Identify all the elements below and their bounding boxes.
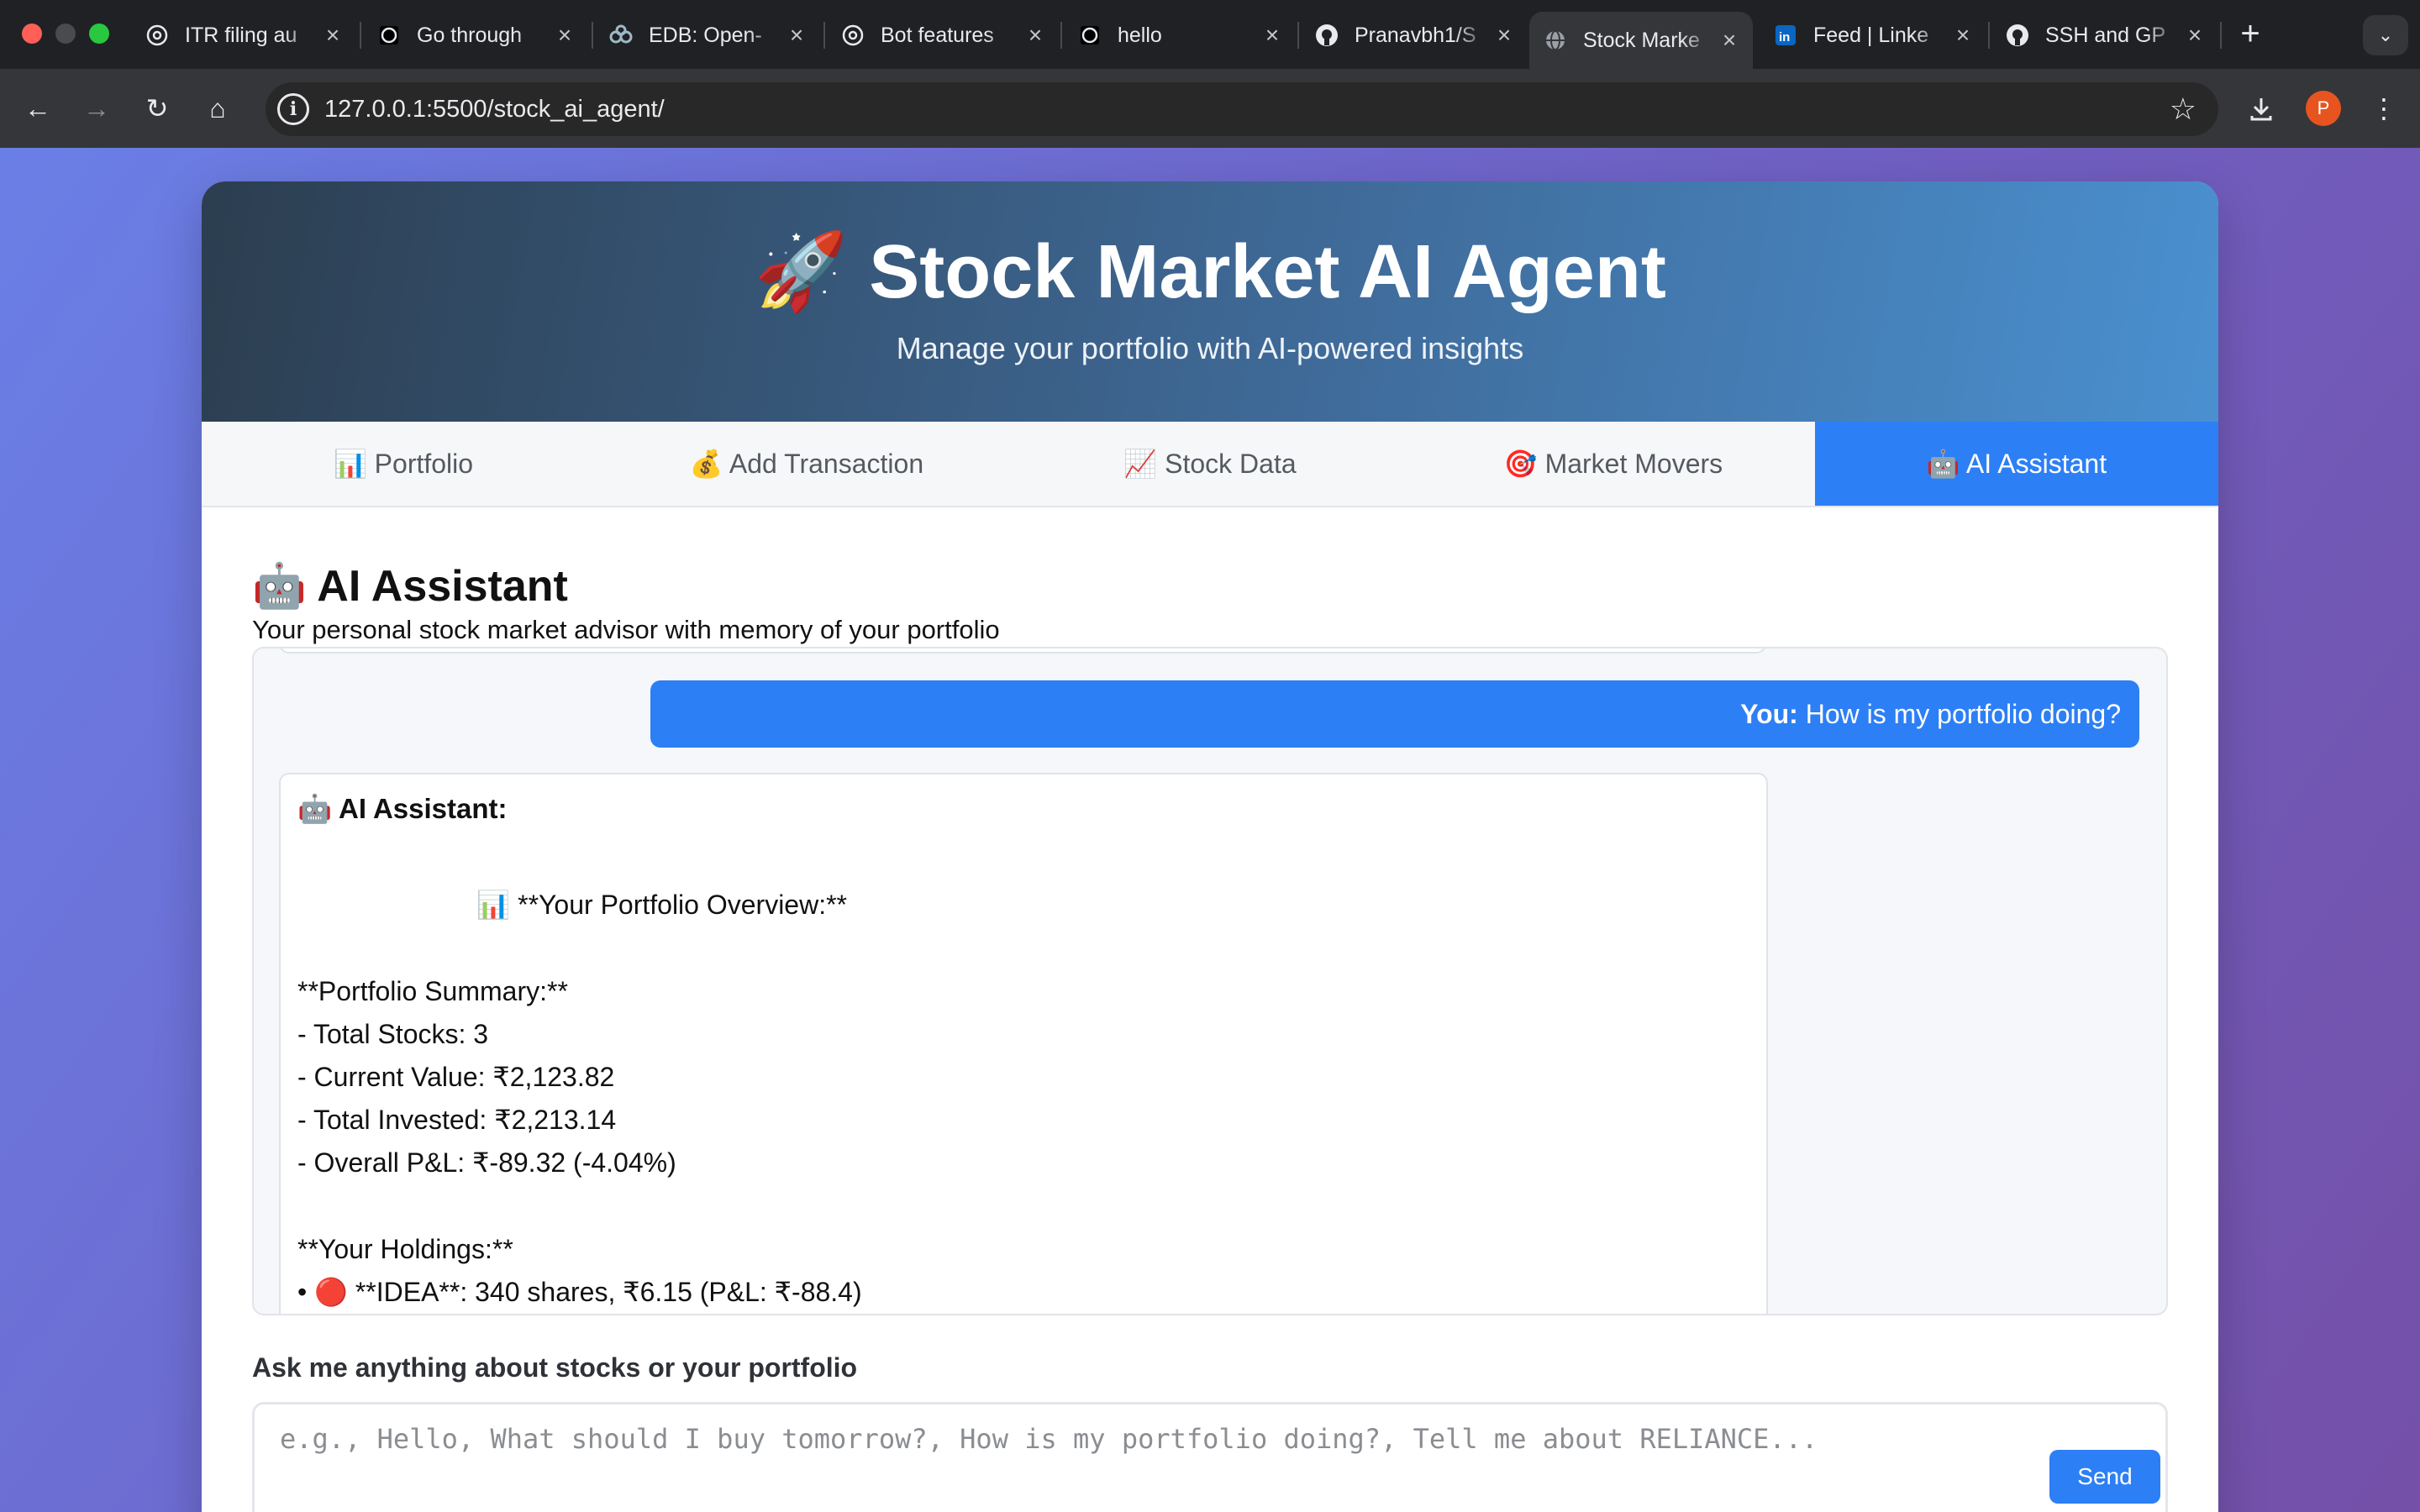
tab-separator xyxy=(1988,22,1990,49)
app-container: 🚀 Stock Market AI Agent Manage your port… xyxy=(202,181,2218,1512)
tab-search-button[interactable]: ⌄ xyxy=(2363,15,2408,55)
browser-tab-title: ITR filing au xyxy=(185,23,297,47)
svg-text:in: in xyxy=(1779,30,1790,45)
send-button[interactable]: Send xyxy=(2049,1450,2160,1504)
tab-separator xyxy=(360,22,361,49)
browser-tab-title: Bot features xyxy=(881,23,994,47)
tab-ai-assistant[interactable]: 🤖 AI Assistant xyxy=(1815,422,2218,506)
browser-tab-title: EDB: Open- xyxy=(649,23,762,47)
edb-icon xyxy=(608,23,634,48)
openai-icon xyxy=(376,23,402,48)
browser-tab[interactable]: hello × xyxy=(1064,12,1296,59)
close-icon[interactable]: × xyxy=(318,22,348,49)
close-icon[interactable]: × xyxy=(1714,27,1744,54)
main-tabs: 📊 Portfolio 💰 Add Transaction 📈 Stock Da… xyxy=(202,422,2218,507)
previous-message xyxy=(279,648,1766,654)
browser-tab-title: Feed | Linke xyxy=(1813,23,1929,47)
browser-tab-active[interactable]: Stock Marke × xyxy=(1529,12,1753,69)
ai-message-label: 🤖 AI Assistant: xyxy=(297,793,508,824)
browser-tab-title: hello xyxy=(1118,23,1162,47)
close-icon[interactable]: × xyxy=(781,22,812,49)
ai-message: 🤖 AI Assistant: 📊 **Your Portfolio Overv… xyxy=(279,773,1768,1314)
close-icon[interactable]: × xyxy=(550,22,580,49)
browser-toolbar: ← → ↻ ⌂ i 127.0.0.1:5500/stock_ai_agent/… xyxy=(0,69,2420,148)
close-icon[interactable]: × xyxy=(2180,22,2210,49)
user-message-label: You: xyxy=(1740,699,1798,729)
tab-separator xyxy=(1297,22,1299,49)
ai-assistant-panel: 🤖 AI Assistant Your personal stock marke… xyxy=(202,507,2218,1512)
maximize-window-button[interactable] xyxy=(89,24,109,44)
browser-tab[interactable]: ITR filing au × xyxy=(131,12,356,59)
tab-stock-data[interactable]: 📈 Stock Data xyxy=(1008,422,1412,506)
section-subtitle: Your personal stock market advisor with … xyxy=(252,615,1000,644)
browser-tab[interactable]: Go through × xyxy=(363,12,588,59)
new-tab-button[interactable]: + xyxy=(2228,12,2272,55)
address-bar-url[interactable]: 127.0.0.1:5500/stock_ai_agent/ xyxy=(324,82,665,136)
profile-avatar[interactable]: P xyxy=(2306,91,2341,126)
minimize-window-button[interactable] xyxy=(55,24,76,44)
user-message: You: How is my portfolio doing? xyxy=(650,680,2139,748)
tab-separator xyxy=(1060,22,1062,49)
forward-button[interactable]: → xyxy=(76,87,118,129)
section-title: 🤖 AI Assistant xyxy=(252,562,568,611)
tab-add-transaction[interactable]: 💰 Add Transaction xyxy=(605,422,1008,506)
tab-market-movers[interactable]: 🎯 Market Movers xyxy=(1412,422,1815,506)
page-header: 🚀 Stock Market AI Agent Manage your port… xyxy=(202,181,2218,422)
browser-tab[interactable]: in Feed | Linke × xyxy=(1760,12,1986,59)
globe-icon xyxy=(1543,28,1568,53)
tab-separator xyxy=(2220,22,2222,49)
tab-separator xyxy=(823,22,825,49)
user-message-text: How is my portfolio doing? xyxy=(1797,699,2121,729)
openai-icon xyxy=(840,23,865,48)
question-label: Ask me anything about stocks or your por… xyxy=(252,1352,858,1383)
linkedin-icon: in xyxy=(1773,23,1798,48)
bookmark-star-icon[interactable]: ☆ xyxy=(2170,82,2196,136)
browser-tab[interactable]: Bot features × xyxy=(827,12,1059,59)
site-info-icon[interactable]: i xyxy=(277,93,309,125)
browser-tab-strip: ITR filing au × Go through × EDB: Open- … xyxy=(0,0,2420,69)
browser-tab[interactable]: Pranavbh1/S × xyxy=(1301,12,1528,59)
browser-tab[interactable]: EDB: Open- × xyxy=(595,12,820,59)
address-bar[interactable]: i 127.0.0.1:5500/stock_ai_agent/ ☆ xyxy=(266,82,2218,136)
close-icon[interactable]: × xyxy=(1257,22,1287,49)
close-icon[interactable]: × xyxy=(1489,22,1519,49)
browser-tab[interactable]: SSH and GP × xyxy=(1991,12,2218,59)
page-subtitle: Manage your portfolio with AI-powered in… xyxy=(896,331,1524,365)
tab-portfolio[interactable]: 📊 Portfolio xyxy=(202,422,605,506)
back-button[interactable]: ← xyxy=(17,87,59,129)
ai-message-body: 📊 **Your Portfolio Overview:** **Portfol… xyxy=(297,890,862,1308)
download-icon[interactable] xyxy=(2240,87,2282,129)
github-icon xyxy=(1314,23,1339,48)
browser-tab-title: SSH and GP xyxy=(2045,23,2166,47)
openai-icon xyxy=(145,23,170,48)
browser-tab-title: Go through xyxy=(417,23,523,47)
tab-separator xyxy=(592,22,593,49)
question-input[interactable] xyxy=(255,1404,2165,1512)
browser-menu-icon[interactable]: ⋮ xyxy=(2363,87,2405,129)
browser-tab-title: Pranavbh1/S xyxy=(1355,23,1476,47)
chat-history[interactable]: You: How is my portfolio doing? 🤖 AI Ass… xyxy=(252,647,2168,1315)
close-window-button[interactable] xyxy=(22,24,42,44)
openai-icon xyxy=(1077,23,1102,48)
page-viewport: 🚀 Stock Market AI Agent Manage your port… xyxy=(0,148,2420,1512)
browser-tab-title: Stock Marke xyxy=(1583,28,1700,52)
close-icon[interactable]: × xyxy=(1948,22,1978,49)
home-button[interactable]: ⌂ xyxy=(197,87,239,129)
page-title: 🚀 Stock Market AI Agent xyxy=(754,230,1666,314)
close-icon[interactable]: × xyxy=(1020,22,1050,49)
reload-button[interactable]: ↻ xyxy=(136,87,178,129)
github-icon xyxy=(2005,23,2030,48)
question-input-container: Send xyxy=(252,1402,2168,1512)
